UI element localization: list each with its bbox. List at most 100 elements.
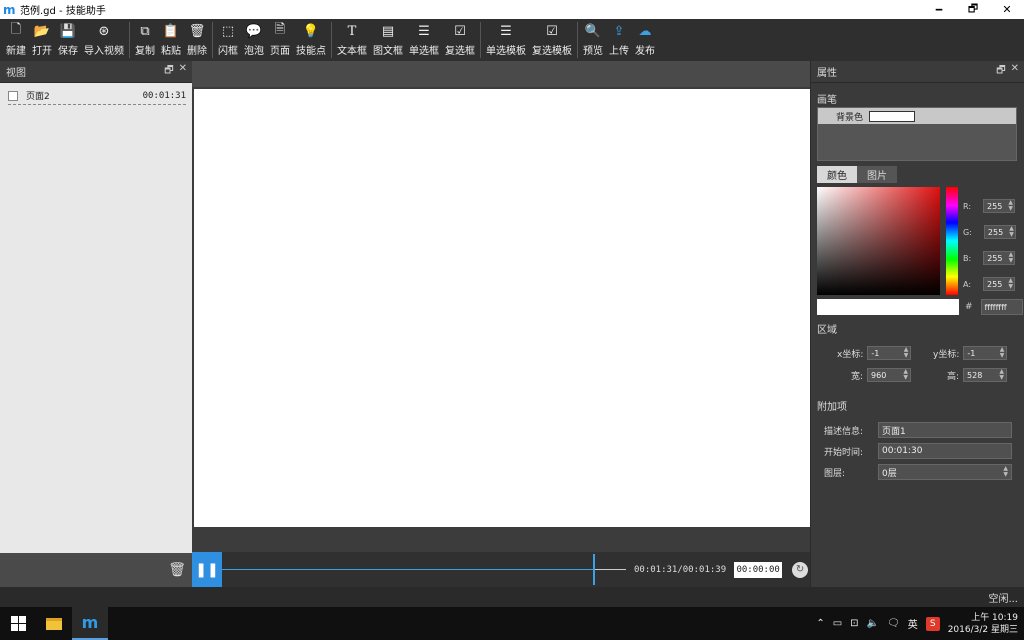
bubble-button[interactable]: 💬 泡泡 xyxy=(241,19,267,61)
close-icon[interactable]: ✕ xyxy=(179,63,187,80)
b-input[interactable]: 255 ▲ ▼ xyxy=(983,251,1016,265)
ime-indicator[interactable]: 英 xyxy=(908,616,918,631)
network-icon[interactable]: ⊡ xyxy=(850,618,858,629)
windows-logo-icon xyxy=(10,616,26,631)
spin-arrows-icon[interactable]: ▲ ▼ xyxy=(1009,252,1014,264)
width-label: 宽: xyxy=(851,371,864,382)
publish-button[interactable]: ☁ 发布 xyxy=(632,19,658,61)
spin-arrows-icon[interactable]: ▲ ▼ xyxy=(1003,466,1008,478)
y-input[interactable]: -1 ▲ ▼ xyxy=(963,346,1008,360)
trash-icon[interactable]: 🗑 xyxy=(168,562,186,578)
radio-box-button[interactable]: ☰ 单选框 xyxy=(406,19,442,61)
system-tray: ⌃ ▭ ⊡ 🔈 🗨 英 S 上午 10:19 2016/3/2 星期三 xyxy=(816,612,1024,636)
page-list-item[interactable]: 页面2 00:01:31 xyxy=(8,87,186,105)
import-video-button[interactable]: ⊛ 导入视频 xyxy=(81,19,127,61)
bg-color-row[interactable]: 背景色 xyxy=(818,108,1016,124)
layer-input[interactable]: 0层 ▲ ▼ xyxy=(878,464,1012,480)
bg-color-swatch[interactable] xyxy=(869,110,916,122)
text-box-button[interactable]: T 文本框 xyxy=(334,19,370,61)
file-explorer-button[interactable] xyxy=(36,607,72,640)
close-icon[interactable]: ✕ xyxy=(1011,63,1019,80)
sogou-ime-icon[interactable]: S xyxy=(925,616,940,631)
new-button[interactable]: 🗋 新建 xyxy=(3,19,29,61)
redo-icon[interactable]: ↻ xyxy=(792,561,809,578)
chevron-up-icon[interactable]: ⌃ xyxy=(816,618,824,629)
brush-section-title: 画笔 xyxy=(817,95,837,106)
spin-arrows-icon[interactable]: ▲ ▼ xyxy=(904,347,909,359)
hex-input[interactable]: ffffffff xyxy=(980,299,1023,315)
editing-canvas[interactable] xyxy=(194,89,810,527)
preview-button[interactable]: 🔍 预览 xyxy=(580,19,606,61)
width-input[interactable]: 960 ▲ ▼ xyxy=(867,368,912,382)
spin-arrows-icon[interactable]: ▲ ▼ xyxy=(999,369,1004,381)
spin-arrows-icon[interactable]: ▲ ▼ xyxy=(1000,347,1005,359)
b-label: B: xyxy=(963,253,972,263)
cloud-publish-icon: ☁ xyxy=(638,23,652,39)
desc-label: 描述信息: xyxy=(824,426,864,437)
clock-date: 2016/3/2 星期三 xyxy=(947,624,1018,635)
copy-button[interactable]: ⧉ 复制 xyxy=(132,19,158,61)
a-label: A: xyxy=(963,279,972,289)
open-button[interactable]: 📂 打开 xyxy=(29,19,55,61)
close-button[interactable]: ✕ xyxy=(990,0,1024,19)
image-text-box-button[interactable]: ▤ 图文框 xyxy=(370,19,406,61)
tab-color[interactable]: 颜色 xyxy=(817,166,857,183)
search-icon: 🔍 xyxy=(584,23,602,39)
x-row: x坐标: -1 ▲ ▼ xyxy=(837,346,912,360)
width-row: 宽: 960 ▲ ▼ xyxy=(851,368,912,382)
window-controls: 🗕 🗗 ✕ xyxy=(922,0,1024,19)
hue-slider[interactable] xyxy=(946,187,958,295)
toolbar-separator xyxy=(212,22,213,58)
float-icon[interactable]: 🗗 xyxy=(164,63,173,80)
upload-button[interactable]: ⇪ 上传 xyxy=(606,19,632,61)
page-checkbox[interactable] xyxy=(8,90,18,101)
float-icon[interactable]: 🗗 xyxy=(996,63,1005,80)
timeline-cursor[interactable] xyxy=(593,554,595,585)
save-button[interactable]: 💾 保存 xyxy=(55,19,81,61)
tab-image[interactable]: 图片 xyxy=(857,166,897,183)
g-input[interactable]: 255 ▲ ▼ xyxy=(983,225,1016,239)
new-file-icon: 🗋 xyxy=(10,22,22,37)
radio-template-button[interactable]: ☰ 单选模板 xyxy=(483,19,529,61)
delete-button[interactable]: 🗑 删除 xyxy=(184,19,210,61)
paste-button[interactable]: 📋 粘贴 xyxy=(158,19,184,61)
clock[interactable]: 上午 10:19 2016/3/2 星期三 xyxy=(948,612,1018,636)
g-label: G: xyxy=(963,227,972,237)
checkbox-template-button[interactable]: ☑ 复选模板 xyxy=(529,19,575,61)
x-input[interactable]: -1 ▲ ▼ xyxy=(867,346,912,360)
start-button[interactable] xyxy=(0,607,36,640)
app-taskbar-button[interactable]: m xyxy=(72,607,108,640)
timeline-track[interactable] xyxy=(222,552,626,587)
spin-arrows-icon[interactable]: ▲ ▼ xyxy=(1009,226,1014,238)
paste-icon: 📋 xyxy=(162,23,180,39)
color-picker[interactable] xyxy=(817,187,940,295)
flash-frame-button[interactable]: ⬚ 闪框 xyxy=(215,19,241,61)
window-title: 范例.gd - 技能助手 xyxy=(20,6,106,17)
spin-arrows-icon[interactable]: ▲ ▼ xyxy=(1008,278,1013,290)
spin-arrows-icon[interactable]: ▲ ▼ xyxy=(1008,200,1013,212)
toolbar-separator xyxy=(480,22,481,58)
restore-button[interactable]: 🗗 xyxy=(956,0,990,19)
start-time-input[interactable]: 00:01:30 xyxy=(878,443,1012,459)
a-input[interactable]: 255 ▲ ▼ xyxy=(983,277,1016,291)
spin-arrows-icon[interactable]: ▲ ▼ xyxy=(903,369,908,381)
r-input[interactable]: 255 ▲ ▼ xyxy=(983,199,1016,213)
pause-button[interactable]: ❚❚ xyxy=(192,552,222,587)
start-time-row: 开始时间: 00:01:30 xyxy=(824,443,1012,459)
r-label: R: xyxy=(963,201,972,211)
notification-icon[interactable]: 🗨 xyxy=(887,618,900,629)
film-reel-icon: ⊛ xyxy=(98,23,110,39)
minimize-button[interactable]: 🗕 xyxy=(922,0,956,19)
height-input[interactable]: 528 ▲ ▼ xyxy=(963,368,1008,382)
checkbox-box-button[interactable]: ☑ 复选框 xyxy=(442,19,478,61)
editor-header xyxy=(192,61,810,87)
taskbar: m ⌃ ▭ ⊡ 🔈 🗨 英 S 上午 10:19 2016/3/2 星期三 xyxy=(0,607,1024,640)
volume-icon[interactable]: 🔈 xyxy=(867,618,879,629)
y-label: y坐标: xyxy=(933,349,960,360)
desc-input[interactable]: 页面1 xyxy=(878,422,1012,438)
battery-icon[interactable]: ▭ xyxy=(833,618,842,629)
page-icon: 🗎 xyxy=(274,22,286,37)
time-input[interactable]: 00:00:00 xyxy=(734,561,783,578)
skill-point-button[interactable]: 💡 技能点 xyxy=(293,19,329,61)
page-button[interactable]: 🗎 页面 xyxy=(267,19,293,61)
